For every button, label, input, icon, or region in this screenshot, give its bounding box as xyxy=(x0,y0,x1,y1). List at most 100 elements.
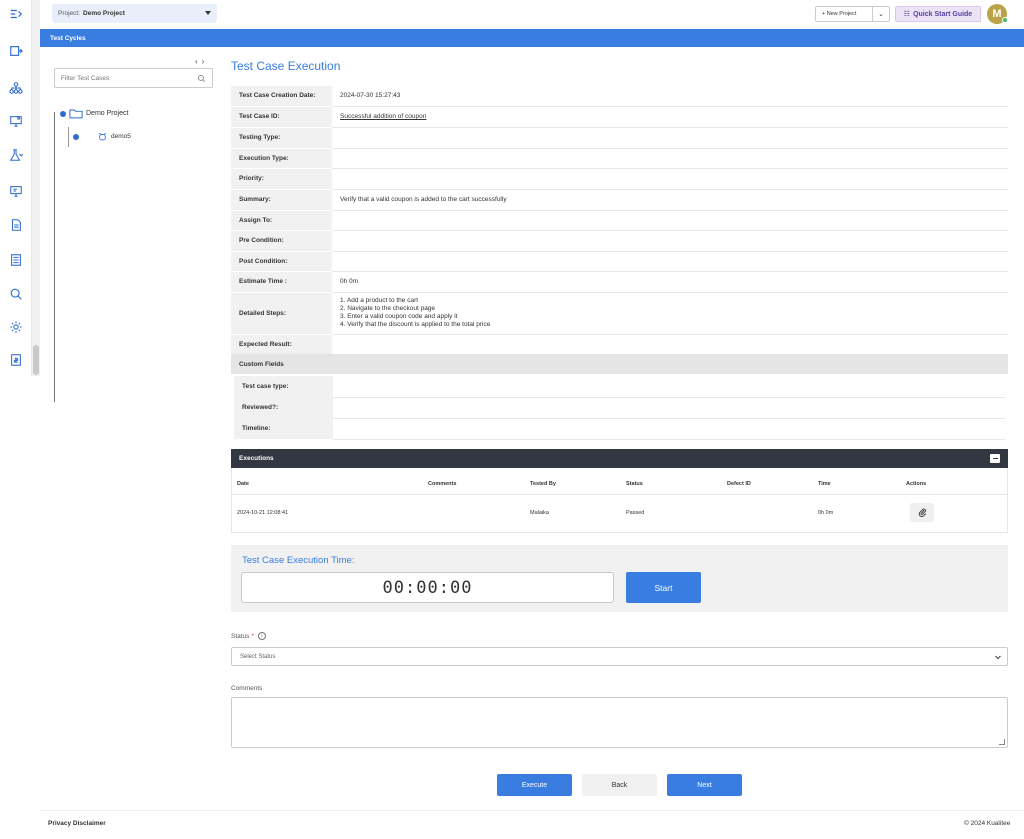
filter-input[interactable] xyxy=(61,74,197,82)
tree-node-demo5[interactable]: demo5 xyxy=(73,131,131,142)
tree-child-guide xyxy=(68,127,69,147)
detail-label: Execution Type: xyxy=(231,148,332,169)
online-status-dot xyxy=(1002,17,1008,23)
quick-start-guide-button[interactable]: ☷ Quick Start Guide xyxy=(895,6,981,22)
paperclip-icon xyxy=(918,508,926,517)
custom-field-row: Reviewed?: xyxy=(234,397,1005,419)
caret-down-icon xyxy=(205,11,211,15)
detail-value xyxy=(332,127,1008,149)
detail-label: Test Case Creation Date: xyxy=(231,86,332,107)
detail-value: Verify that a valid coupon is added to t… xyxy=(332,189,1008,211)
custom-field-row: Test case type: xyxy=(234,376,1005,398)
column-header-status: Status xyxy=(626,481,643,487)
chevron-down-icon[interactable]: ⌄ xyxy=(873,10,889,18)
column-header-actions: Actions xyxy=(906,481,927,487)
executions-header: Executions xyxy=(231,449,1008,468)
copyright-text: © 2024 Kualitee xyxy=(964,820,1011,827)
detail-row: Post Condition: xyxy=(231,251,1008,272)
dashboard-icon[interactable] xyxy=(7,42,25,60)
custom-fields-table: Test case type: Reviewed?: Timeline: xyxy=(234,376,1005,440)
list-report-icon[interactable] xyxy=(7,251,25,269)
executions-title: Executions xyxy=(239,455,274,462)
detail-row: Execution Type: xyxy=(231,148,1008,169)
footer-divider xyxy=(40,810,1024,811)
lab-flask-icon[interactable] xyxy=(7,146,25,164)
privacy-disclaimer-link[interactable]: Privacy Disclaimer xyxy=(48,820,106,827)
timer-title: Test Case Execution Time: xyxy=(242,555,355,566)
status-label-text: Status xyxy=(231,632,250,640)
menu-collapse-icon[interactable] xyxy=(7,5,25,23)
detail-value: Successful addition of coupon xyxy=(332,106,1008,128)
detail-value xyxy=(332,148,1008,169)
detail-row: Test Case Creation Date: 2024-07-30 15:27… xyxy=(231,86,1008,107)
execute-button[interactable]: Execute xyxy=(497,774,572,796)
detail-value xyxy=(332,334,1008,355)
tree-node-demo-project[interactable]: Demo Project xyxy=(60,108,128,119)
detail-value: 0h 0m xyxy=(332,271,1008,293)
column-header-tested-by: Tested By xyxy=(530,481,556,487)
back-button[interactable]: Back xyxy=(582,774,657,796)
checklist-icon: ☷ xyxy=(903,11,911,18)
rail-scrollbar[interactable] xyxy=(32,0,40,376)
new-project-label[interactable]: + New Project xyxy=(816,7,873,21)
execution-time: 0h 0m xyxy=(818,510,834,516)
monitor-report-icon[interactable] xyxy=(7,182,25,200)
detail-value: 2024-07-30 15:27:43 xyxy=(332,86,1008,107)
filter-test-cases-field[interactable] xyxy=(54,68,213,88)
project-selector[interactable]: Project: Demo Project xyxy=(52,4,217,23)
settings-gear-icon[interactable] xyxy=(7,318,25,336)
detail-label: Summary: xyxy=(231,189,332,211)
custom-field-row: Timeline: xyxy=(234,418,1005,440)
project-label: Project: xyxy=(58,10,81,17)
info-icon[interactable]: i xyxy=(257,632,266,640)
tree-pager: ‹› xyxy=(195,57,208,66)
detail-value-text: Verify that a valid coupon is added to t… xyxy=(340,196,507,203)
executions-table: Date Comments Tested By Status Defect ID… xyxy=(231,468,1008,533)
attachment-button[interactable] xyxy=(910,503,934,522)
detail-row: Test Case ID: Successful addition of coup… xyxy=(231,106,1008,128)
execution-date: 2024-10-21 12:08:41 xyxy=(237,510,289,516)
detail-value xyxy=(332,210,1008,231)
new-project-button[interactable]: + New Project ⌄ xyxy=(815,6,890,22)
test-case-id-link[interactable]: Successful addition of coupon xyxy=(340,113,426,120)
search-analysis-icon[interactable] xyxy=(7,285,25,303)
document-checklist-icon[interactable] xyxy=(7,216,25,234)
start-timer-button[interactable]: Start xyxy=(626,572,701,603)
column-header-comments: Comments xyxy=(428,481,457,487)
hierarchy-icon[interactable] xyxy=(7,79,25,97)
status-label: Status * i xyxy=(231,632,266,640)
resize-handle-icon[interactable] xyxy=(999,739,1005,745)
comments-label: Comments xyxy=(231,685,263,692)
expand-node-icon[interactable] xyxy=(60,110,66,117)
tree-guide-line xyxy=(54,112,55,402)
tree-root-label: Demo Project xyxy=(86,110,129,117)
timer-display: 00:00:00 xyxy=(241,572,614,603)
tree-child-label: demo5 xyxy=(111,133,131,140)
status-placeholder: Select Status xyxy=(240,653,276,660)
custom-field-label: Test case type: xyxy=(234,376,333,397)
left-icon-rail xyxy=(0,0,32,376)
detail-value-text: 2024-07-30 15:27:43 xyxy=(340,92,401,100)
detail-value xyxy=(332,168,1008,190)
custom-field-value xyxy=(333,376,1005,398)
detail-label: Test Case ID: xyxy=(231,106,332,128)
status-select[interactable]: Select Status xyxy=(231,647,1008,666)
custom-field-label: Reviewed?: xyxy=(234,397,333,418)
detail-row: Pre Condition: xyxy=(231,230,1008,252)
billing-icon[interactable] xyxy=(7,351,25,369)
detail-label: Post Condition: xyxy=(231,251,332,272)
next-button[interactable]: Next xyxy=(667,774,742,796)
monitor-settings-icon[interactable] xyxy=(7,112,25,130)
detail-label: Priority: xyxy=(231,168,332,190)
execution-status: Passed xyxy=(626,510,645,516)
chevron-right-icon[interactable]: › xyxy=(202,57,209,66)
column-header-date: Date xyxy=(237,481,249,487)
comments-textarea[interactable] xyxy=(231,697,1008,748)
page-title: Test Case Execution xyxy=(231,59,341,73)
chevron-down-icon xyxy=(995,655,1001,660)
node-bullet-icon xyxy=(73,133,79,140)
collapse-icon[interactable] xyxy=(990,454,1000,463)
chevron-left-icon[interactable]: ‹ xyxy=(195,57,202,66)
detail-value: 1. Add a product to the cart 2. Navigate … xyxy=(332,292,1008,335)
custom-field-value xyxy=(333,418,1005,440)
